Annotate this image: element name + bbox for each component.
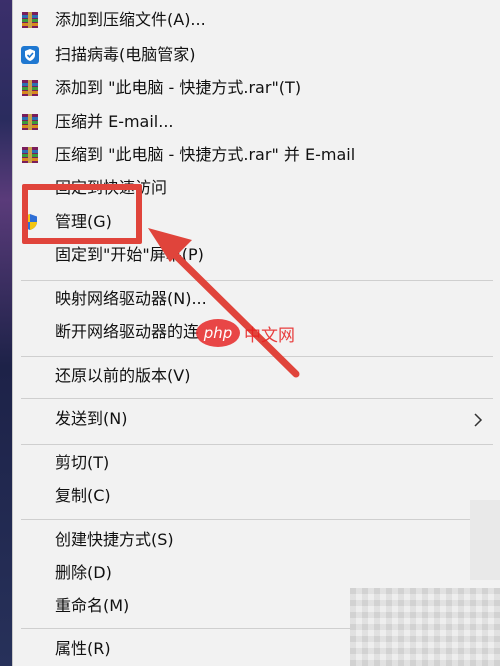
pixelated-watermark-region	[350, 588, 500, 666]
watermark-text: 中文网	[244, 325, 295, 346]
blurred-region	[470, 500, 500, 580]
watermark: php 中文网	[196, 315, 295, 351]
php-logo: php	[196, 319, 240, 347]
